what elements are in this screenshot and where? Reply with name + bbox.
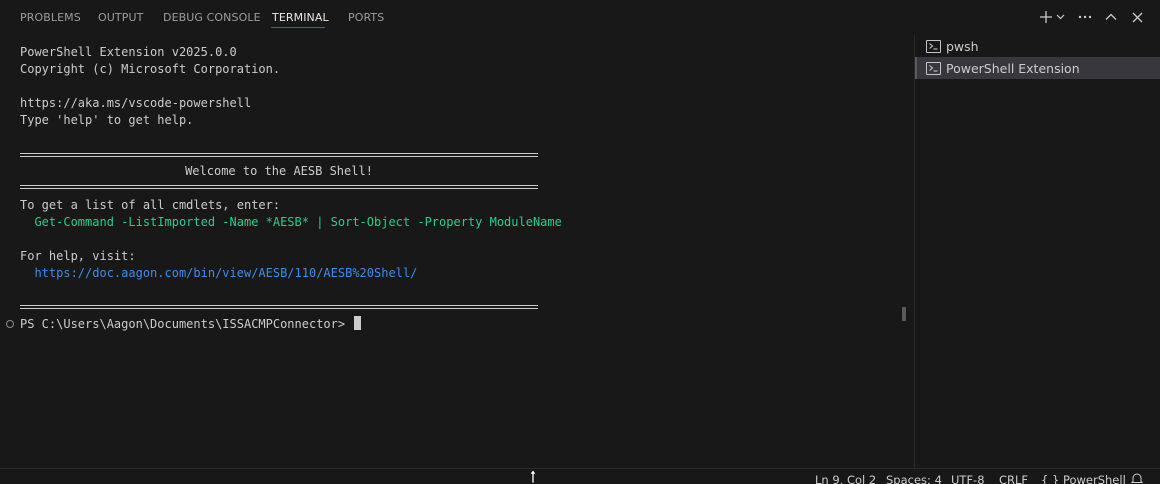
chevron-down-icon (1056, 14, 1064, 20)
tab-ports[interactable]: PORTS (348, 11, 384, 24)
panel-tabbar: PROBLEMS OUTPUT DEBUG CONSOLE TERMINAL P… (0, 0, 1160, 35)
terminal-tab-pwsh[interactable]: pwsh (915, 35, 1160, 57)
terminal-tabs-list: pwsh PowerShell Extension (915, 35, 1160, 79)
maximize-panel-button[interactable] (1100, 6, 1122, 28)
terminal-cursor (354, 316, 362, 330)
chevron-up-icon (1105, 13, 1117, 20)
double-rule (20, 185, 538, 189)
terminal-tab-label: PowerShell Extension (946, 60, 1080, 76)
status-bar: Ln 9, Col 2 Spaces: 4 UTF-8 CRLF { } Pow… (0, 468, 1160, 484)
notifications-button[interactable] (1130, 472, 1144, 484)
encoding[interactable]: UTF-8 (951, 472, 985, 484)
language-mode[interactable]: { } PowerShell (1041, 472, 1126, 484)
tab-terminal[interactable]: TERMINAL (272, 11, 329, 24)
double-rule (20, 305, 538, 309)
terminal-tab-powershell-extension[interactable]: PowerShell Extension (915, 57, 1160, 79)
help-link[interactable]: https://doc.aagon.com/bin/view/AESB/110/… (20, 265, 417, 282)
terminal-line: To get a list of all cmdlets, enter: (20, 198, 281, 212)
terminal-line: Copyright (c) Microsoft Corporation. (20, 62, 281, 76)
active-tab-indicator (271, 27, 325, 28)
welcome-banner: Welcome to the AESB Shell! (185, 164, 373, 178)
terminal-tab-label: pwsh (946, 38, 979, 54)
prompt-text: PS C:\Users\Aagon\Documents\ISSACMPConne… (20, 317, 353, 331)
terminal-profiles-dropdown[interactable] (1052, 6, 1068, 28)
bell-icon (1130, 473, 1144, 483)
tab-debug-console[interactable]: DEBUG CONSOLE (163, 11, 261, 24)
close-panel-button[interactable] (1126, 6, 1148, 28)
indentation-setting[interactable]: Spaces: 4 (886, 472, 942, 484)
scrollbar-thumb[interactable] (902, 307, 906, 321)
terminal-line: PowerShell Extension v2025.0.0 (20, 45, 237, 59)
tab-problems[interactable]: PROBLEMS (20, 11, 81, 24)
mouse-pointer-icon (529, 469, 537, 484)
braces-icon: { } (1041, 473, 1060, 484)
end-of-line[interactable]: CRLF (999, 472, 1028, 484)
prompt-line: PS C:\Users\Aagon\Documents\ISSACMPConne… (20, 316, 362, 333)
terminal-output[interactable]: PowerShell Extension v2025.0.0 Copyright… (0, 40, 900, 468)
terminal-icon (926, 61, 941, 75)
terminal-line: For help, visit: (20, 249, 136, 263)
terminal-line: Type 'help' to get help. (20, 113, 194, 127)
more-actions-button[interactable] (1074, 6, 1096, 28)
ellipsis-icon (1078, 15, 1092, 19)
close-icon (1132, 12, 1142, 22)
cursor-position[interactable]: Ln 9, Col 2 (815, 472, 876, 484)
sash-divider[interactable] (914, 35, 915, 468)
terminal-icon (926, 39, 941, 53)
language-label: PowerShell (1062, 473, 1126, 484)
plus-icon (1040, 11, 1052, 23)
tab-output[interactable]: OUTPUT (98, 11, 143, 24)
command-decoration-icon[interactable] (6, 320, 14, 328)
double-rule (20, 153, 538, 157)
cmdlets-command: Get-Command -ListImported -Name *AESB* |… (20, 215, 562, 229)
terminal-line: https://aka.ms/vscode-powershell (20, 96, 252, 110)
